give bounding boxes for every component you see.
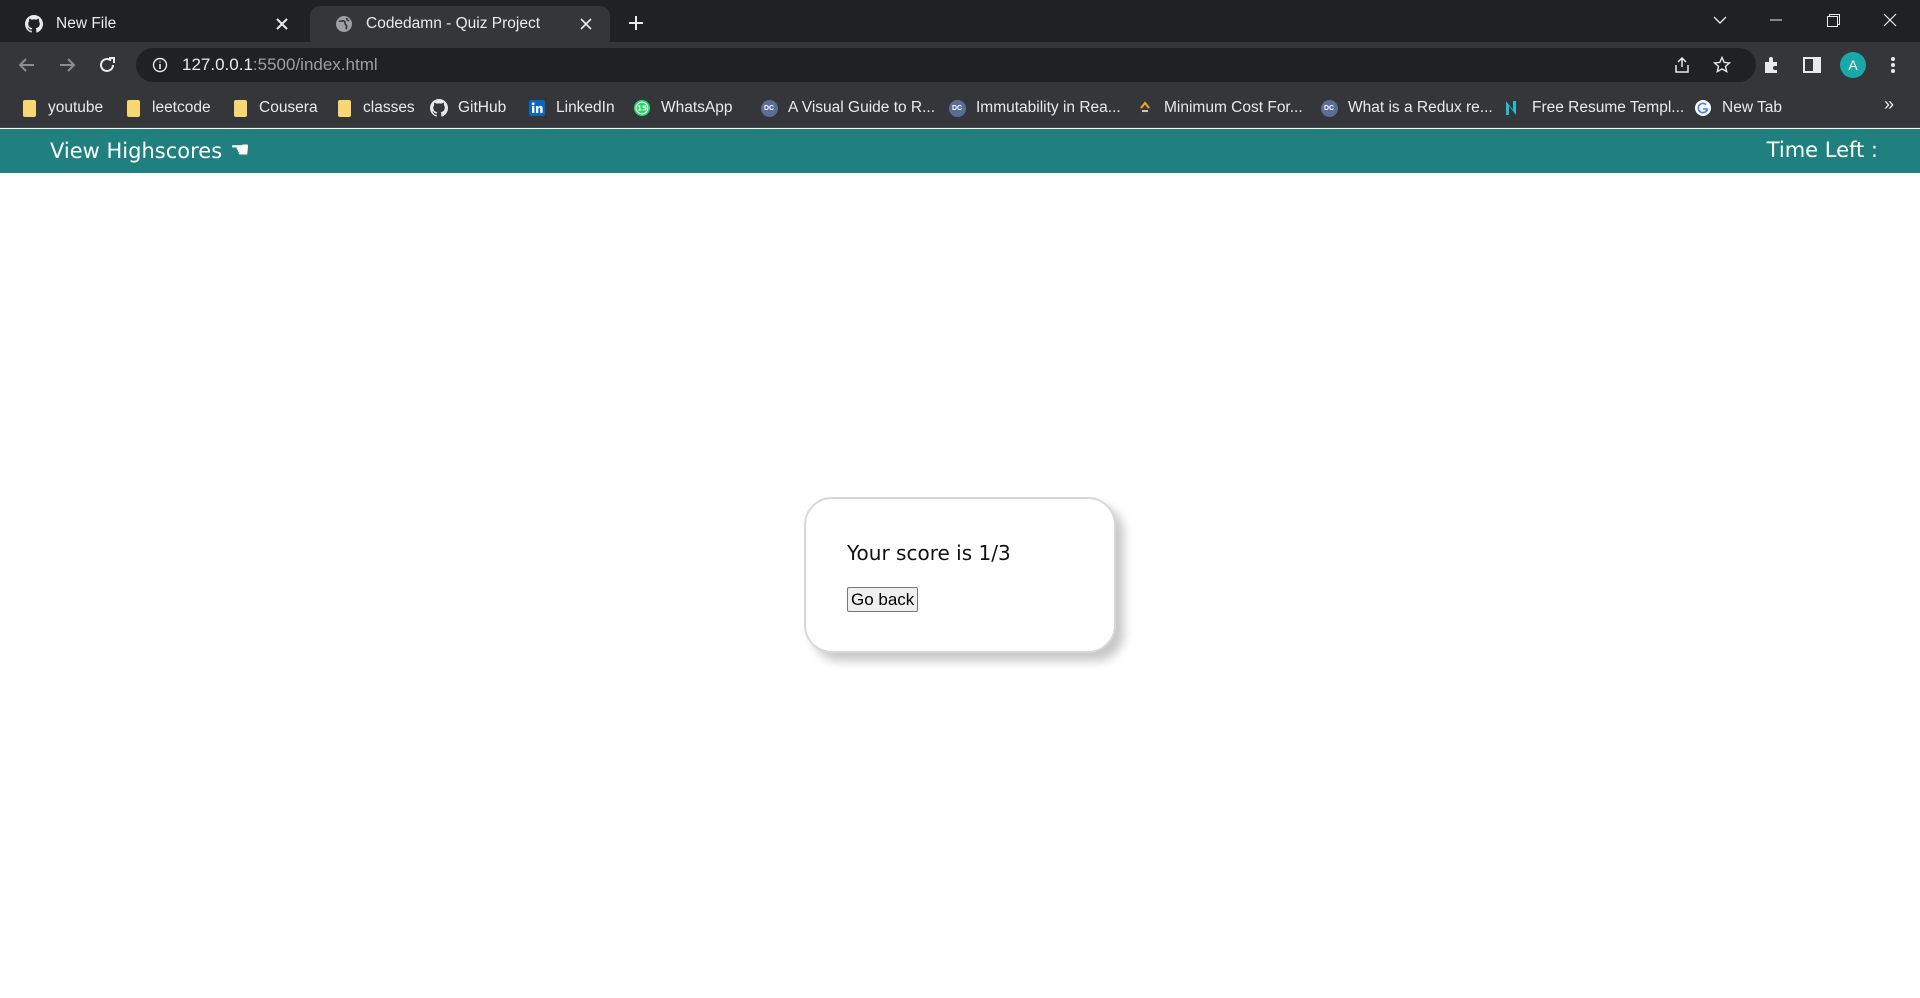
browser-toolbar: 127.0.0.1:5500/index.html — [0, 42, 1920, 88]
bookmark-label: GitHub — [458, 99, 507, 116]
folder-icon — [20, 99, 38, 117]
bookmarks-bar: youtube leetcode Cousera classes GitHub … — [0, 88, 1920, 128]
bookmark-linkedin[interactable]: LinkedIn — [528, 96, 615, 120]
bookmark-label: youtube — [48, 99, 104, 116]
globe-icon — [334, 14, 354, 34]
google-icon — [1694, 99, 1712, 117]
bookmark-label: Free Resume Templ... — [1532, 99, 1685, 116]
bookmark-new-tab[interactable]: New Tab — [1694, 96, 1782, 120]
bookmark-redux[interactable]: DC What is a Redux re... — [1320, 96, 1493, 120]
bookmark-classes[interactable]: classes — [335, 96, 415, 120]
more-bookmarks-icon[interactable]: » — [1884, 94, 1894, 115]
bookmark-youtube[interactable]: youtube — [20, 96, 103, 120]
bookmark-label: classes — [363, 99, 415, 116]
codeforces-icon — [1136, 99, 1154, 117]
address-bar[interactable]: 127.0.0.1:5500/index.html — [136, 48, 1756, 82]
view-highscores-link[interactable]: View Highscores ☚ — [50, 138, 250, 163]
bookmark-cousera[interactable]: Cousera — [231, 96, 318, 120]
highscores-label: View Highscores — [50, 138, 223, 163]
folder-icon — [231, 99, 249, 117]
bookmark-free-resume[interactable]: Free Resume Templ... — [1504, 96, 1684, 120]
bookmark-label: What is a Redux re... — [1348, 99, 1493, 116]
tab-search-icon[interactable] — [1700, 4, 1740, 36]
github-icon — [24, 14, 44, 34]
tab-quiz-project[interactable]: Codedamn - Quiz Project — [310, 6, 610, 42]
tab-new-file[interactable]: New File — [0, 6, 306, 42]
bookmark-whatsapp[interactable]: 15 WhatsApp — [633, 96, 733, 120]
linkedin-icon — [528, 99, 546, 117]
bookmark-label: WhatsApp — [661, 99, 733, 116]
site-info-icon[interactable] — [150, 55, 170, 75]
url-text[interactable]: 127.0.0.1:5500/index.html — [182, 55, 378, 75]
new-tab-button[interactable] — [622, 9, 650, 37]
close-window-icon[interactable] — [1870, 4, 1910, 36]
score-text: Your score is 1/3 — [847, 541, 1011, 565]
dc-icon: DC — [948, 99, 966, 117]
url-path: :5500/index.html — [252, 55, 378, 74]
more-menu-icon[interactable] — [1882, 54, 1904, 76]
bookmark-minimum-cost[interactable]: Minimum Cost For... — [1136, 96, 1303, 120]
whatsapp-badge: 15 — [637, 104, 647, 113]
bookmark-label: LinkedIn — [556, 99, 615, 116]
bookmark-label: leetcode — [152, 99, 211, 116]
forward-icon[interactable] — [52, 50, 82, 80]
bookmark-label: Immutability in Rea... — [976, 99, 1121, 116]
novoresume-icon — [1504, 99, 1522, 117]
tab-strip: New File Codedamn - Quiz Project — [0, 0, 1920, 42]
tab-title: Codedamn - Quiz Project — [366, 15, 541, 32]
whatsapp-icon: 15 — [633, 99, 651, 117]
profile-avatar[interactable]: A — [1840, 52, 1866, 78]
result-card: Your score is 1/3 Go back — [804, 497, 1116, 653]
bookmark-label: A Visual Guide to R... — [788, 99, 936, 116]
bookmark-label: Cousera — [259, 99, 318, 116]
bookmark-immutability[interactable]: DC Immutability in Rea... — [948, 96, 1121, 120]
reload-icon[interactable] — [92, 50, 122, 80]
minimize-icon[interactable] — [1756, 4, 1796, 36]
dc-icon: DC — [760, 99, 778, 117]
back-icon[interactable] — [12, 50, 42, 80]
close-tab-icon[interactable] — [576, 14, 596, 34]
folder-icon — [335, 99, 353, 117]
pointing-hand-icon: ☚ — [230, 138, 250, 163]
restore-icon[interactable] — [1813, 4, 1853, 36]
github-icon — [430, 99, 448, 117]
extensions-icon[interactable] — [1761, 54, 1783, 76]
share-icon[interactable] — [1672, 55, 1692, 75]
bookmark-label: New Tab — [1722, 99, 1783, 116]
bookmark-visual-guide[interactable]: DC A Visual Guide to R... — [760, 96, 935, 120]
time-left-label: Time Left : — [1766, 138, 1878, 162]
close-tab-icon[interactable] — [272, 14, 292, 34]
bookmark-github[interactable]: GitHub — [430, 96, 506, 120]
url-host: 127.0.0.1 — [182, 55, 253, 74]
quiz-header: View Highscores ☚ Time Left : — [0, 129, 1920, 173]
bookmark-label: Minimum Cost For... — [1164, 99, 1303, 116]
go-back-button[interactable]: Go back — [847, 587, 919, 612]
bookmark-leetcode[interactable]: leetcode — [124, 96, 211, 120]
bookmark-star-icon[interactable] — [1712, 55, 1732, 75]
dc-icon: DC — [1320, 99, 1338, 117]
tab-title: New File — [56, 15, 117, 32]
folder-icon — [124, 99, 142, 117]
side-panel-icon[interactable] — [1801, 54, 1823, 76]
